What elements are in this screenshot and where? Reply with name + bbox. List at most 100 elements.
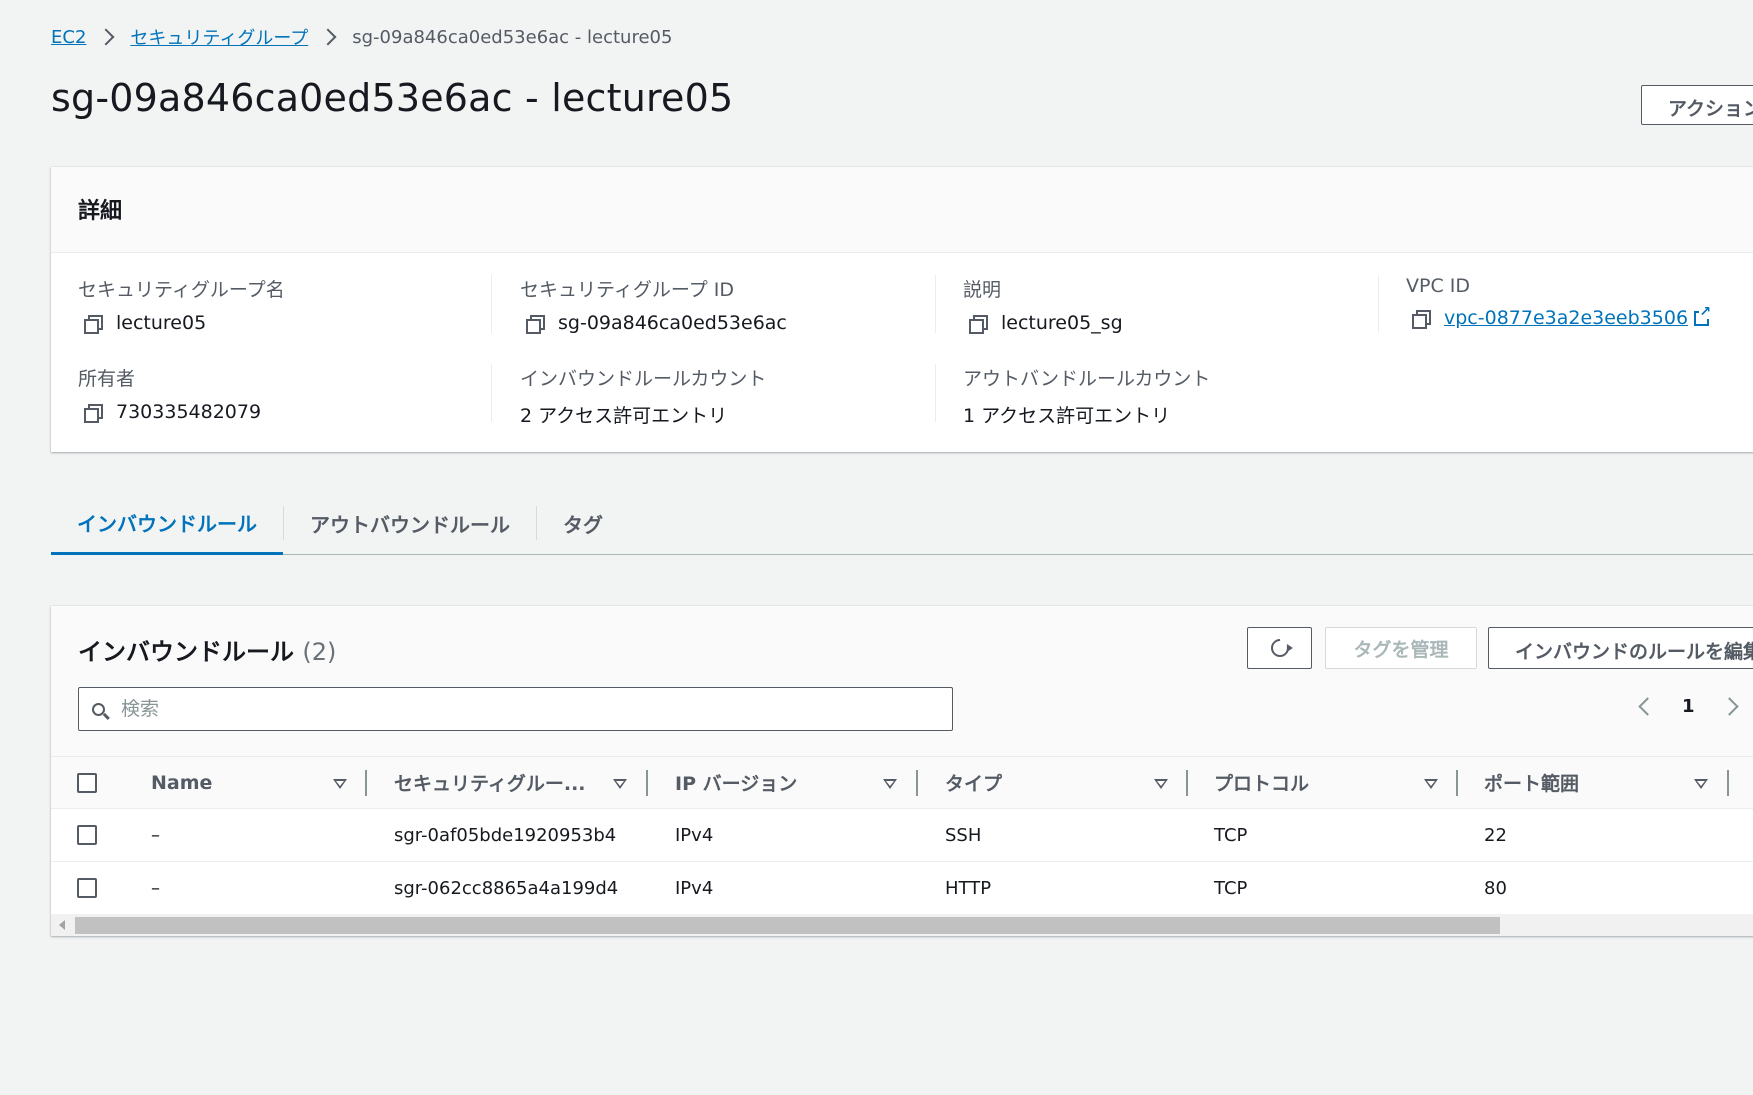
column-resize-handle[interactable] — [916, 770, 918, 796]
detail-sg-id: セキュリティグループ ID sg-09a846ca0ed53e6ac — [520, 275, 787, 334]
rules-count: (2) — [302, 638, 337, 666]
column-resize-handle[interactable] — [1186, 770, 1188, 796]
rules-title-text: インバウンドルール — [78, 638, 294, 666]
rules-table: Name セキュリティグルー... IP バージョン タイプ プロトコル ポート… — [51, 756, 1753, 915]
search-box — [78, 687, 953, 731]
detail-value: sg-09a846ca0ed53e6ac — [558, 312, 787, 334]
refresh-icon — [1266, 635, 1293, 661]
cell-name: – — [151, 877, 160, 899]
tab-outbound-rules[interactable]: アウトバウンドルール — [284, 492, 536, 554]
page-number[interactable]: 1 — [1682, 696, 1695, 717]
refresh-button[interactable] — [1247, 627, 1312, 669]
select-all-cell — [77, 757, 97, 808]
divider — [935, 275, 936, 333]
table-row[interactable]: – sgr-0af05bde1920953b4 IPv4 SSH TCP 22 — [51, 809, 1753, 862]
divider — [1378, 275, 1379, 333]
search-input[interactable] — [119, 697, 923, 721]
cell-protocol: TCP — [1214, 877, 1248, 899]
cell-ip-version: IPv4 — [675, 877, 714, 899]
detail-value: 1 アクセス許可エントリ — [963, 405, 1171, 427]
sort-icon[interactable] — [1694, 779, 1708, 789]
manage-tags-button[interactable]: タグを管理 — [1325, 627, 1477, 669]
copy-icon[interactable] — [526, 315, 545, 334]
detail-value: lecture05_sg — [1001, 312, 1123, 334]
copy-icon[interactable] — [969, 315, 988, 334]
row-checkbox[interactable] — [77, 878, 97, 898]
breadcrumb-current: sg-09a846ca0ed53e6ac - lecture05 — [352, 26, 673, 48]
cell-port-range: 80 — [1484, 877, 1507, 899]
detail-label: インバウンドルールカウント — [520, 368, 767, 390]
rules-title: インバウンドルール (2) — [78, 632, 336, 667]
chevron-right-icon — [319, 28, 337, 46]
detail-outbound-count: アウトバンドルールカウント 1 アクセス許可エントリ — [963, 364, 1210, 428]
detail-label: セキュリティグループ ID — [520, 279, 734, 301]
detail-description: 説明 lecture05_sg — [963, 275, 1123, 334]
detail-label: アウトバンドルールカウント — [963, 368, 1211, 390]
page-title: sg-09a846ca0ed53e6ac - lecture05 — [51, 76, 734, 120]
edit-inbound-rules-button[interactable]: インバウンドのルールを編集 — [1488, 627, 1753, 669]
detail-sg-name: セキュリティグループ名 lecture05 — [78, 275, 285, 334]
sort-icon[interactable] — [333, 779, 347, 789]
breadcrumb: EC2 セキュリティグループ sg-09a846ca0ed53e6ac - le… — [51, 24, 672, 50]
pagination: 1 — [1638, 696, 1739, 717]
cell-ip-version: IPv4 — [675, 824, 714, 846]
column-resize-handle[interactable] — [646, 770, 648, 796]
breadcrumb-security-groups-link[interactable]: セキュリティグループ — [130, 24, 308, 50]
actions-button[interactable]: アクション — [1641, 85, 1753, 125]
inbound-rules-panel: インバウンドルール (2) タグを管理 インバウンドのルールを編集 1 Name… — [51, 606, 1753, 936]
detail-owner: 所有者 730335482079 — [78, 364, 261, 423]
horizontal-scrollbar[interactable] — [51, 914, 1753, 936]
tab-tags[interactable]: タグ — [537, 492, 629, 554]
details-header: 詳細 — [51, 167, 1753, 253]
vpc-id-link[interactable]: vpc-0877e3a2e3eeb3506 — [1444, 307, 1688, 329]
row-checkbox[interactable] — [77, 825, 97, 845]
column-resize-handle[interactable] — [365, 770, 367, 796]
scroll-left-arrow-icon[interactable] — [59, 920, 65, 930]
details-panel: 詳細 セキュリティグループ名 lecture05 セキュリティグループ ID s… — [51, 167, 1753, 452]
column-header-protocol[interactable]: プロトコル — [1214, 757, 1309, 808]
cell-type: SSH — [945, 824, 982, 846]
sort-icon[interactable] — [613, 779, 627, 789]
column-header-name[interactable]: Name — [151, 757, 212, 808]
detail-label: VPC ID — [1406, 275, 1470, 297]
column-header-ip-version[interactable]: IP バージョン — [675, 757, 797, 808]
cell-type: HTTP — [945, 877, 992, 899]
scrollbar-thumb[interactable] — [75, 917, 1500, 934]
detail-label: 所有者 — [78, 368, 136, 390]
detail-inbound-count: インバウンドルールカウント 2 アクセス許可エントリ — [520, 364, 766, 428]
column-resize-handle[interactable] — [1727, 770, 1729, 796]
tab-bar: インバウンドルール アウトバウンドルール タグ — [51, 492, 1753, 555]
column-header-port-range[interactable]: ポート範囲 — [1484, 757, 1579, 808]
copy-icon[interactable] — [84, 404, 103, 423]
cell-port-range: 22 — [1484, 824, 1507, 846]
chevron-right-icon — [97, 28, 115, 46]
sort-icon[interactable] — [1424, 779, 1438, 789]
select-all-checkbox[interactable] — [77, 772, 97, 793]
column-header-sg-rule[interactable]: セキュリティグルー... — [394, 757, 586, 808]
tab-inbound-rules[interactable]: インバウンドルール — [51, 492, 283, 555]
breadcrumb-ec2-link[interactable]: EC2 — [51, 27, 86, 48]
detail-value: 2 アクセス許可エントリ — [520, 405, 728, 427]
sort-icon[interactable] — [883, 779, 897, 789]
column-header-type[interactable]: タイプ — [945, 757, 1002, 808]
column-resize-handle[interactable] — [1456, 770, 1458, 796]
detail-value: lecture05 — [116, 312, 207, 334]
divider — [491, 364, 492, 422]
chevron-right-icon[interactable] — [1719, 697, 1739, 716]
table-header: Name セキュリティグルー... IP バージョン タイプ プロトコル ポート… — [51, 756, 1753, 809]
rules-header: インバウンドルール (2) タグを管理 インバウンドのルールを編集 1 — [51, 606, 1753, 756]
sort-icon[interactable] — [1154, 779, 1168, 789]
divider — [491, 275, 492, 333]
detail-value: 730335482079 — [116, 401, 262, 423]
detail-label: 説明 — [963, 279, 1002, 301]
divider — [935, 364, 936, 422]
cell-protocol: TCP — [1214, 824, 1248, 846]
cell-name: – — [151, 824, 160, 846]
search-icon — [92, 702, 105, 716]
copy-icon[interactable] — [1412, 310, 1431, 329]
detail-vpc-id: VPC ID vpc-0877e3a2e3eeb3506 — [1406, 275, 1712, 329]
cell-sg-rule-id: sgr-0af05bde1920953b4 — [394, 824, 617, 846]
table-row[interactable]: – sgr-062cc8865a4a199d4 IPv4 HTTP TCP 80 — [51, 862, 1753, 915]
chevron-left-icon[interactable] — [1638, 697, 1657, 716]
copy-icon[interactable] — [84, 315, 103, 334]
